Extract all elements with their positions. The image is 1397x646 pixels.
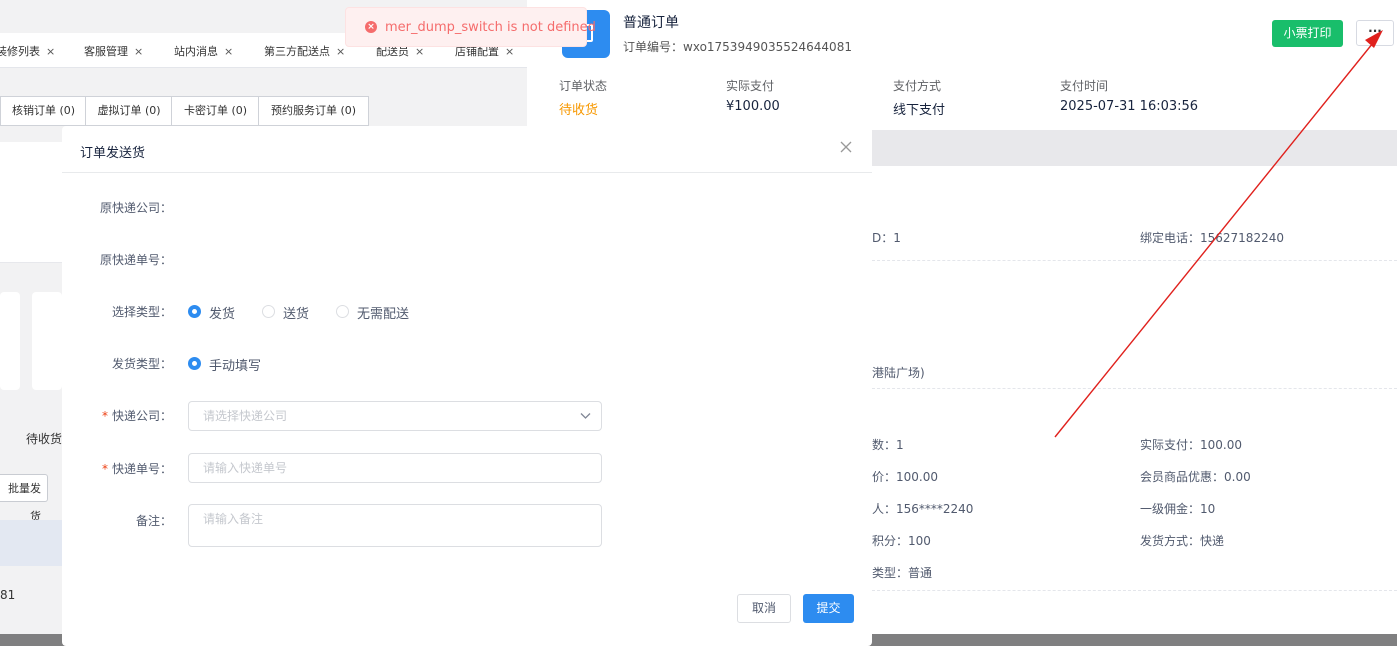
tab-decoration-list[interactable]: 装修列表 ×	[0, 43, 55, 59]
chevron-down-icon	[580, 413, 591, 419]
order-item: 会员商品优惠：0.00	[1140, 470, 1251, 484]
order-number: 订单编号：wxo1753949035524644081	[623, 38, 852, 55]
remark-placeholder: 请输入备注	[203, 512, 264, 526]
status-tab-pending-receipt[interactable]: 待收货	[26, 430, 62, 447]
subtab-card-orders[interactable]: 卡密订单 (0)	[171, 96, 260, 126]
radio-label: 发货	[209, 307, 236, 322]
tab-label: 装修列表	[0, 45, 40, 58]
order-item: 一级佣金：10	[1140, 502, 1216, 516]
tab-label: 站内消息	[174, 45, 218, 58]
ship-order-modal: 订单发送货 原快递公司： 原快递单号： 选择类型： 发货 送货 无需配送 发货类…	[62, 126, 872, 646]
original-tracking-label: 原快递单号：	[99, 253, 172, 267]
courier-company-label: * 快递公司：	[62, 407, 172, 424]
tracking-number-placeholder: 请输入快递单号	[203, 461, 288, 475]
order-item: 人：156****2240	[872, 502, 974, 516]
payment-time-label: 支付时间	[1060, 79, 1109, 93]
courier-company-placeholder: 请选择快递公司	[203, 409, 288, 423]
payment-method-value: 线下支付	[893, 103, 946, 118]
close-icon[interactable]: ×	[46, 45, 55, 58]
order-item: 积分：100	[872, 534, 931, 548]
tracking-number-input[interactable]: 请输入快递单号	[188, 453, 602, 483]
divider	[872, 388, 1397, 389]
tracking-number-label: * 快递单号：	[62, 460, 172, 477]
subtab-writeoff-orders[interactable]: 核销订单 (0)	[0, 96, 87, 126]
radio-checked-icon[interactable]	[188, 357, 201, 370]
radio-unchecked-icon[interactable]	[336, 305, 349, 318]
stat-card	[0, 292, 20, 390]
courier-company-select[interactable]: 请选择快递公司	[188, 401, 602, 431]
order-type-title: 普通订单	[623, 15, 679, 31]
cancel-button[interactable]: 取消	[737, 594, 791, 623]
order-status-value: 待收货	[559, 103, 599, 118]
modal-title: 订单发送货	[80, 146, 146, 161]
original-company-label: 原快递公司：	[99, 201, 172, 215]
order-item: 数：1	[872, 438, 904, 452]
remark-label: 备注：	[135, 514, 172, 528]
filter-row	[0, 232, 62, 263]
order-item: 实际支付：100.00	[1140, 438, 1242, 452]
subtab-booking-orders[interactable]: 预约服务订单 (0)	[258, 96, 369, 126]
tab-label: 第三方配送点	[264, 45, 330, 58]
order-number-value: wxo1753949035524644081	[683, 40, 852, 54]
error-toast: × mer_dump_switch is not defined	[345, 7, 596, 47]
radio-unchecked-icon[interactable]	[262, 305, 275, 318]
filter-row	[0, 202, 62, 233]
radio-manual-entry[interactable]: 手动填写	[188, 355, 278, 374]
close-icon[interactable]: ×	[134, 45, 143, 58]
close-icon[interactable]: ×	[224, 45, 233, 58]
more-actions-button[interactable]: ···	[1356, 20, 1394, 46]
modal-header: 订单发送货	[62, 126, 872, 173]
close-icon[interactable]: ×	[336, 45, 345, 58]
actual-payment-value: ¥100.00	[726, 99, 780, 114]
tab-label: 客服管理	[84, 45, 128, 58]
table-cell: 81	[0, 588, 16, 602]
required-mark: *	[101, 409, 108, 423]
order-number-label: 订单编号：	[623, 40, 684, 54]
user-id: D：1	[872, 231, 901, 245]
payment-time-value: 2025-07-31 16:03:56	[1060, 99, 1199, 114]
bulk-ship-button[interactable]: 批量发货	[0, 474, 48, 523]
filter-row	[0, 172, 62, 203]
print-receipt-button[interactable]: 小票打印	[1272, 20, 1343, 47]
actual-payment-label: 实际支付	[726, 79, 775, 93]
table-header	[0, 520, 62, 566]
close-icon[interactable]	[840, 141, 852, 153]
radio-label: 手动填写	[209, 359, 262, 374]
radio-label: 送货	[283, 307, 310, 322]
payment-method-label: 支付方式	[893, 79, 942, 93]
divider	[872, 260, 1397, 261]
select-type-label: 选择类型：	[111, 305, 172, 319]
radio-label: 无需配送	[357, 307, 410, 322]
stat-card	[32, 292, 62, 390]
order-item: 价：100.00	[872, 470, 938, 484]
order-item: 发货方式：快递	[1140, 534, 1225, 548]
bound-phone: 绑定电话：15627182240	[1140, 231, 1284, 245]
shipping-address: 港陆广场)	[872, 366, 925, 380]
tab-third-party-delivery[interactable]: 第三方配送点 ×	[264, 43, 345, 59]
radio-no-delivery[interactable]: 无需配送	[336, 303, 416, 322]
remark-textarea[interactable]: 请输入备注	[188, 504, 602, 547]
order-item: 类型：普通	[872, 566, 933, 580]
tracking-number-label-text: 快递单号：	[111, 462, 172, 476]
courier-company-label-text: 快递公司：	[111, 409, 172, 423]
radio-checked-icon[interactable]	[188, 305, 201, 318]
tab-site-messages[interactable]: 站内消息 ×	[174, 43, 233, 59]
order-status-label: 订单状态	[559, 79, 608, 93]
submit-button[interactable]: 提交	[803, 594, 854, 623]
tab-customer-service[interactable]: 客服管理 ×	[84, 43, 143, 59]
radio-deliver[interactable]: 送货	[262, 303, 322, 322]
error-icon: ×	[365, 21, 377, 33]
toast-message: mer_dump_switch is not defined	[385, 20, 596, 35]
required-mark: *	[101, 462, 108, 476]
filter-row	[0, 142, 62, 173]
ship-type-label: 发货类型：	[111, 357, 172, 371]
subtab-virtual-orders[interactable]: 虚拟订单 (0)	[85, 96, 173, 126]
divider	[872, 590, 1397, 591]
